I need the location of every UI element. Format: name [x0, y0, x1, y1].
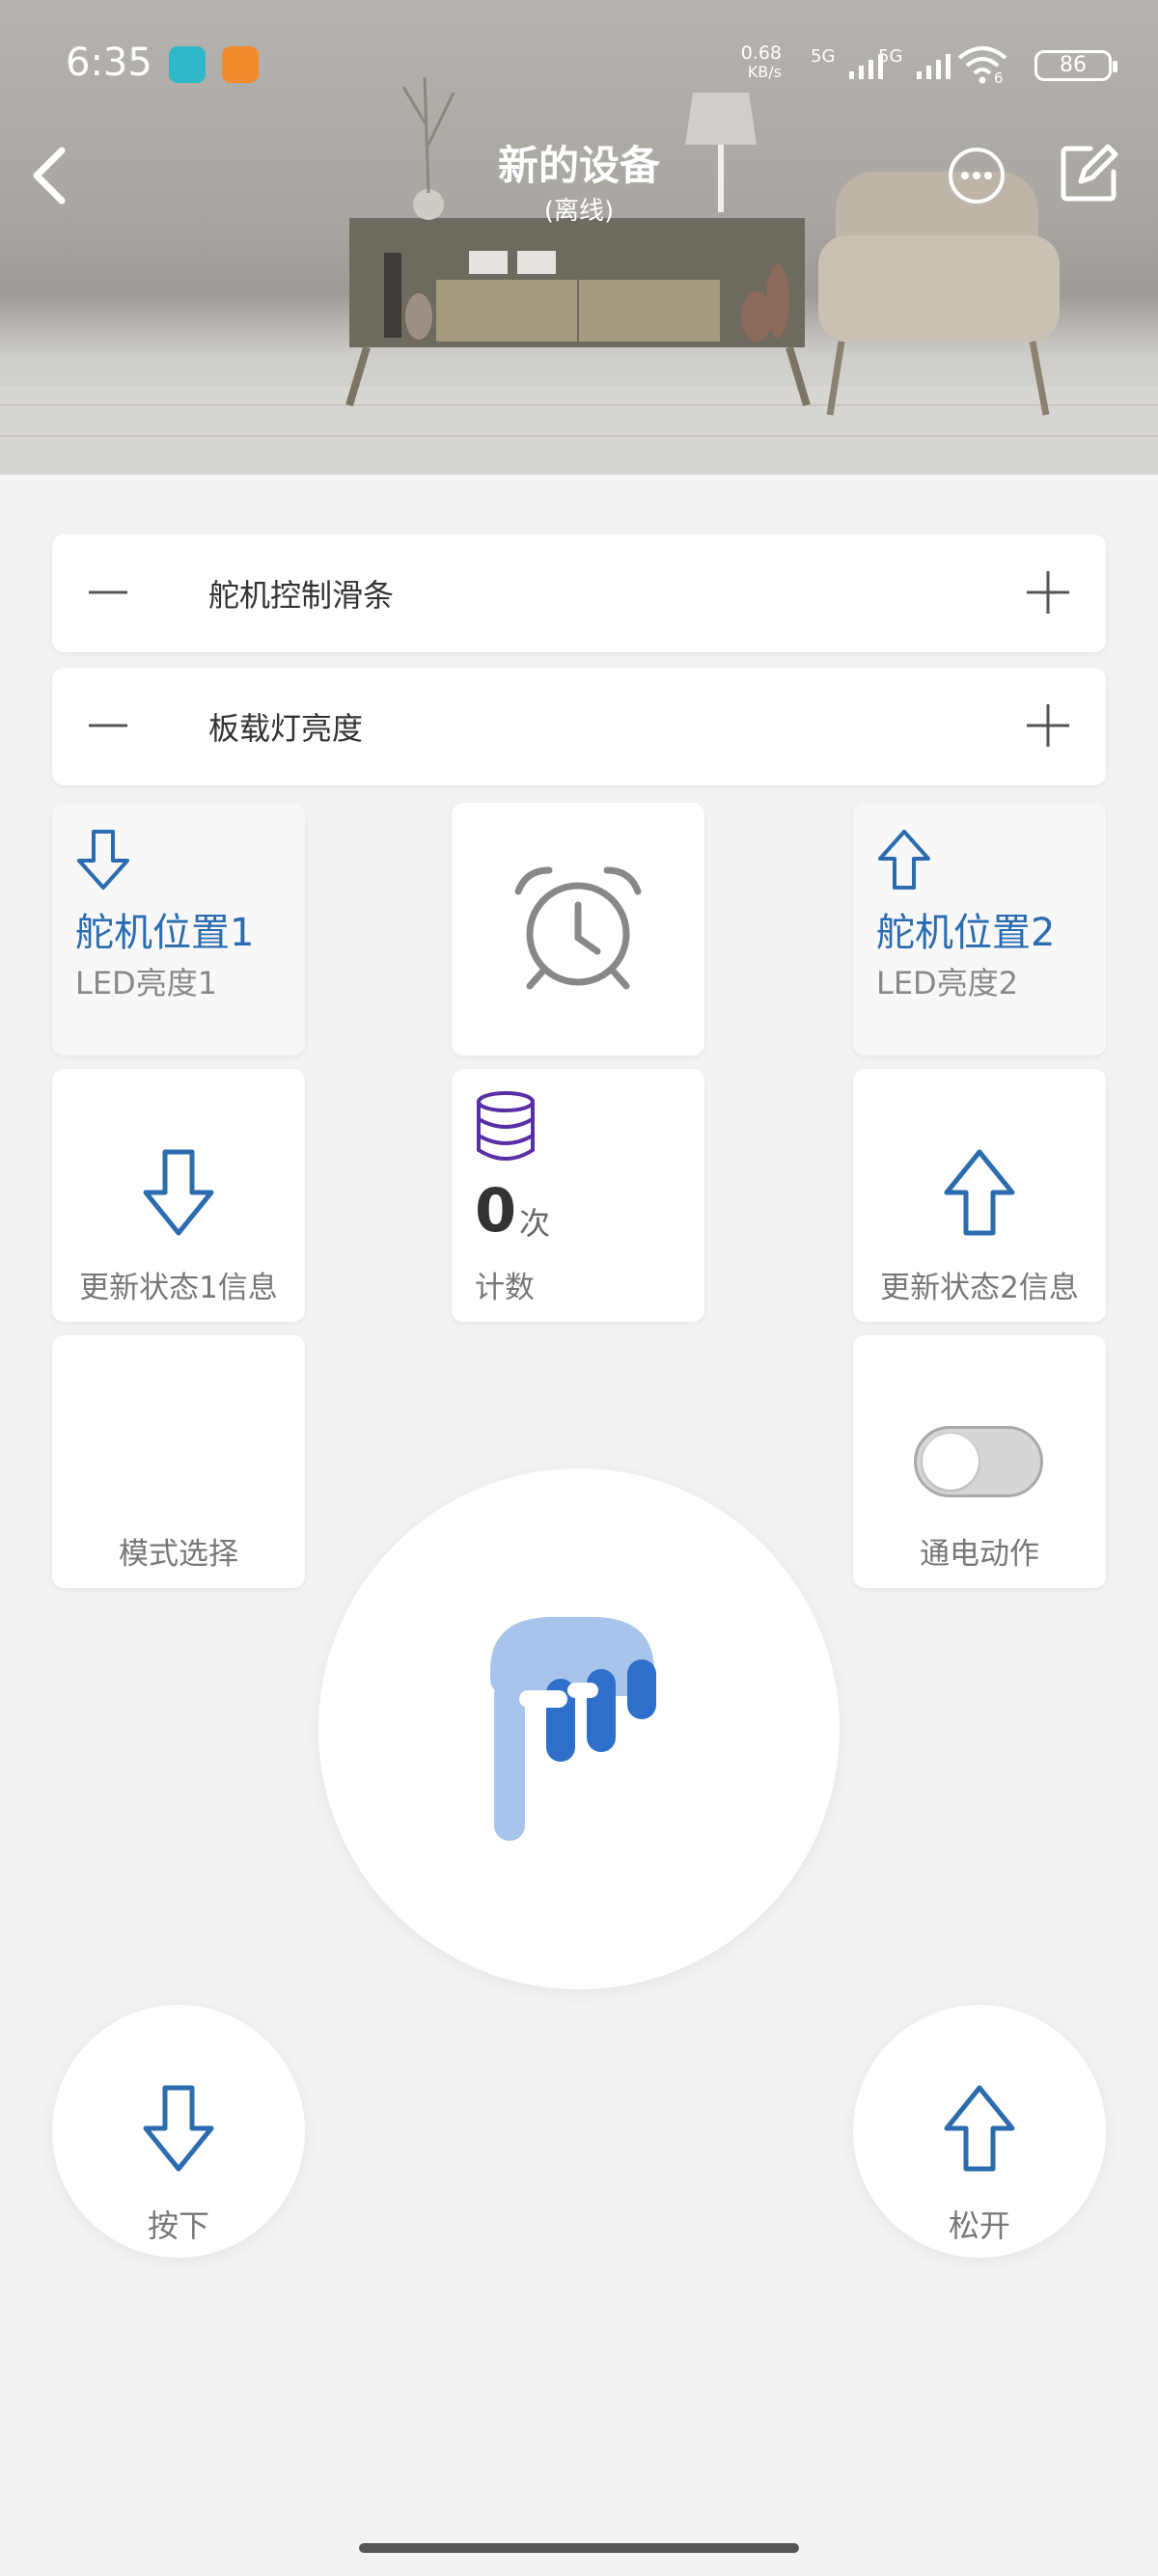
tile-label: 模式选择 [119, 1537, 238, 1572]
counter-tile: 0 次 计数 [452, 1069, 704, 1322]
arrow-up-icon [878, 830, 930, 890]
tile-subtitle: LED亮度1 [75, 965, 218, 1001]
press-label: 按下 [147, 2207, 209, 2244]
tile-subtitle: LED亮度2 [876, 965, 1019, 1001]
press-button[interactable]: 按下 [52, 2005, 305, 2258]
net-speed-value: 0.68 [740, 42, 782, 64]
timer-tile[interactable] [452, 803, 704, 1055]
power-toggle[interactable] [914, 1426, 1043, 1497]
servo-slider-row: 舵机控制滑条 [52, 534, 1106, 652]
edit-icon [1061, 144, 1118, 202]
increase-button[interactable] [1027, 704, 1069, 747]
edit-button[interactable] [1058, 141, 1121, 205]
servo-position-1-tile[interactable]: 舵机位置1 LED亮度1 [52, 803, 305, 1055]
tile-label: 更新状态1信息 [79, 1271, 278, 1305]
decrease-button[interactable] [89, 573, 127, 612]
arrow-up-icon [944, 1149, 1015, 1236]
counter-label: 计数 [475, 1271, 535, 1305]
main-action-button[interactable] [318, 1468, 840, 1989]
arrow-down-icon [143, 1149, 214, 1236]
plus-icon [1027, 571, 1069, 614]
tile-label: 更新状态2信息 [880, 1271, 1079, 1305]
paint-drip-icon [490, 1617, 656, 1841]
toggle-knob [923, 1434, 979, 1490]
status-time: 6:35 [66, 41, 152, 85]
svg-text:5G: 5G [878, 48, 902, 67]
arrow-down-icon [77, 830, 129, 890]
release-label: 松开 [948, 2207, 1010, 2244]
net-speed-unit: KB/s [747, 63, 782, 81]
servo-position-2-tile[interactable]: 舵机位置2 LED亮度2 [853, 803, 1106, 1055]
slider-label: 舵机控制滑条 [208, 577, 395, 614]
release-button[interactable]: 松开 [853, 2005, 1106, 2258]
more-options-button[interactable] [946, 145, 1007, 206]
alarm-clock-icon [514, 866, 642, 990]
signal-icon: 5G [878, 48, 951, 79]
arrow-up-icon [944, 2085, 1015, 2172]
led-brightness-slider-row: 板载灯亮度 [52, 668, 1106, 785]
app-notification-icon [169, 46, 206, 83]
database-icon [477, 1091, 535, 1161]
tile-title: 舵机位置2 [876, 911, 1056, 955]
battery-icon: 86 [1034, 50, 1117, 81]
net-speed: 0.68 KB/s [740, 42, 782, 82]
power-action-tile: 通电动作 [853, 1335, 1106, 1588]
counter-unit: 次 [519, 1205, 551, 1242]
mode-select-tile[interactable]: 模式选择 [52, 1335, 305, 1588]
app-notification-icon [222, 46, 259, 83]
plus-icon [1027, 704, 1069, 747]
header-banner: 6:35 0.68 KB/s 5G 5G 6 86 新的设备 (离线) [0, 0, 1158, 475]
arrow-down-icon [143, 2085, 214, 2172]
status-bar: 6:35 0.68 KB/s 5G 5G 6 86 [0, 0, 1158, 135]
counter-value: 0 [475, 1175, 517, 1246]
update-state-2-tile[interactable]: 更新状态2信息 [853, 1069, 1106, 1322]
tile-title: 舵机位置1 [75, 911, 255, 955]
update-state-1-tile[interactable]: 更新状态1信息 [52, 1069, 305, 1322]
tile-label: 通电动作 [920, 1537, 1039, 1572]
home-indicator[interactable] [359, 2543, 799, 2553]
minus-icon [89, 724, 127, 727]
minus-icon [89, 590, 127, 594]
more-icon [949, 148, 1005, 204]
increase-button[interactable] [1027, 571, 1069, 614]
wifi-sub-label: 6 [994, 69, 1004, 87]
svg-text:5G: 5G [811, 48, 835, 67]
slider-label: 板载灯亮度 [208, 710, 364, 747]
decrease-button[interactable] [89, 706, 127, 745]
